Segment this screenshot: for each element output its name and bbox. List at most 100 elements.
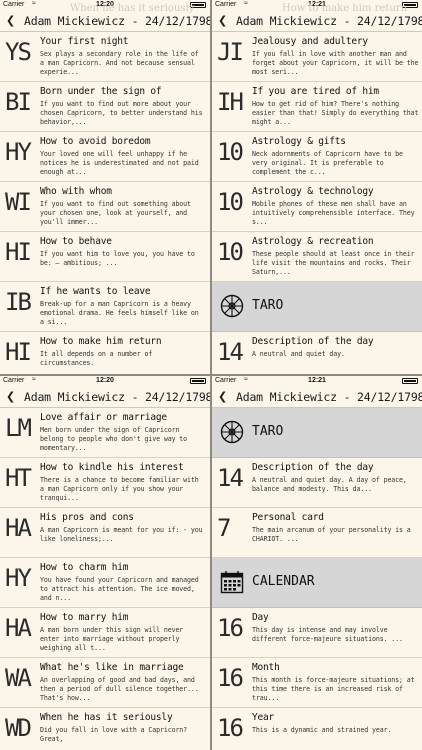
list-item[interactable]: HY How to avoid boredom Your loved one wil… [0, 132, 210, 182]
item-description: A neutral and quiet day. A day of peace,… [252, 476, 407, 493]
item-description: This month is force-majeure situations; … [252, 676, 415, 702]
scrolled-title-ghost: How to make him return [282, 3, 407, 14]
item-description: You have found your Capricorn and manage… [40, 576, 199, 602]
list-item[interactable]: BI Born under the sign of If you want to f… [0, 82, 210, 132]
item-description: If you fall in love with another man and… [252, 50, 419, 76]
list-item[interactable]: HI How to make him return It all depends o… [0, 332, 210, 374]
status-time: 12:21 [308, 377, 326, 384]
battery-icon [402, 378, 418, 384]
nav-bar: When he has it seriously ❮ Adam Mickiewi… [0, 3, 210, 32]
article-list: TARO 14 Description of the day A neutral a… [212, 408, 422, 750]
item-description: Men born under the sign of Capricorn bel… [40, 426, 188, 452]
list-item[interactable]: HA How to marry him A man born under this … [0, 608, 210, 658]
list-item[interactable]: 10 Astrology & gifts Neck adornments of Ca… [212, 132, 422, 182]
status-bar: Carrier ≈ 12:20 [0, 376, 210, 386]
item-title: Love affair or marriage [40, 412, 167, 423]
item-initials: WA [5, 664, 32, 692]
nav-bar: How to make him return ❮ Adam Mickiewicz… [212, 3, 422, 32]
horizontal-divider [0, 374, 422, 376]
item-initials: WD [5, 714, 32, 742]
item-description: Break-up for a man Capricorn is a heavy … [40, 300, 199, 326]
list-item[interactable]: 7 Personal card The main arcanum of your p… [212, 508, 422, 558]
item-initials: BI [5, 88, 32, 116]
back-chevron-icon[interactable]: ❮ [6, 390, 15, 403]
item-initials: YS [5, 38, 32, 66]
item-number: 16 [217, 614, 244, 642]
item-description: Mobile phones of these men shall have an… [252, 200, 415, 226]
section-header-calendar: CALENDAR [212, 558, 422, 608]
item-description: There is a chance to become familiar wit… [40, 476, 199, 502]
status-bar: Carrier ≈ 12:21 [212, 376, 422, 386]
item-title: How to avoid boredom [40, 136, 151, 147]
item-title: How to charm him [40, 562, 129, 573]
list-item[interactable]: IB If he wants to leave Break-up for a man… [0, 282, 210, 332]
item-title: Astrology & gifts [252, 136, 346, 147]
item-title: Personal card [252, 512, 324, 523]
item-number: 10 [217, 238, 244, 266]
item-title: Who with whom [40, 186, 112, 197]
item-title: Month [252, 662, 280, 673]
item-description: This day is intense and may involve diff… [252, 626, 403, 643]
section-title: CALENDAR [252, 574, 315, 589]
item-title: Born under the sign of [40, 86, 162, 97]
item-initials: HI [5, 238, 32, 266]
item-title: Jealousy and adultery [252, 36, 368, 47]
screen-bottom-left: Carrier ≈ 12:20 ❮ Adam Mickiewicz - 24/1… [0, 376, 210, 750]
back-chevron-icon[interactable]: ❮ [218, 390, 227, 403]
item-description: It all depends on a number of circumstan… [40, 350, 153, 367]
item-title: How to marry him [40, 612, 129, 623]
item-description: If you want to find out something about … [40, 200, 191, 226]
back-chevron-icon[interactable]: ❮ [6, 14, 15, 27]
section-title: TARO [252, 298, 284, 313]
list-item[interactable]: HT How to kindle his interest There is a c… [0, 458, 210, 508]
list-item[interactable]: 16 Year This is a dynamic and strained yea… [212, 708, 422, 750]
item-number: 10 [217, 138, 244, 166]
list-item[interactable]: 10 Astrology & recreation These people sho… [212, 232, 422, 282]
list-item[interactable]: WI Who with whom If you want to find out s… [0, 182, 210, 232]
item-initials: WI [5, 188, 32, 216]
nav-bar: ❮ Adam Mickiewicz - 24/12/1798 [212, 386, 422, 408]
item-title: How to make him return [40, 336, 162, 347]
item-description: These people should at least once in the… [252, 250, 415, 276]
item-description: If you want to find out more about your … [40, 100, 203, 126]
item-title: How to behave [40, 236, 112, 247]
list-item[interactable]: 10 Astrology & technology Mobile phones of… [212, 182, 422, 232]
section-title: TARO [252, 424, 284, 439]
scrolled-title-ghost: When he has it seriously [70, 3, 195, 14]
item-description: If you want him to love you, you have to… [40, 250, 195, 267]
list-item[interactable]: HA His pros and cons A man Capricorn is me… [0, 508, 210, 558]
calendar-icon [220, 571, 244, 594]
item-title: When he has it seriously [40, 712, 173, 723]
list-item[interactable]: HY How to charm him You have found your Ca… [0, 558, 210, 608]
item-initials: HI [5, 338, 32, 366]
item-number: 10 [217, 188, 244, 216]
item-initials: LM [5, 414, 32, 442]
list-item[interactable]: WD When he has it seriously Did you fall i… [0, 708, 210, 750]
page-title: Adam Mickiewicz - 24/12/1798 [236, 390, 422, 404]
item-initials: HY [5, 564, 32, 592]
item-title: If he wants to leave [40, 286, 151, 297]
list-item[interactable]: 16 Month This month is force-majeure situa… [212, 658, 422, 708]
item-title: Astrology & technology [252, 186, 374, 197]
page-title: Adam Mickiewicz - 24/12/1798 [24, 14, 210, 28]
item-title: Astrology & recreation [252, 236, 374, 247]
item-description: A man Capricorn is meant for you if: - y… [40, 526, 203, 543]
item-description: This is a dynamic and strained year. [252, 726, 392, 734]
list-item[interactable]: 14 Description of the day A neutral and qu… [212, 458, 422, 508]
list-item[interactable]: IH If you are tired of him How to get rid … [212, 82, 422, 132]
item-title: Description of the day [252, 336, 374, 347]
back-chevron-icon[interactable]: ❮ [218, 14, 227, 27]
item-description: Your loved one will feel unhappy if he n… [40, 150, 199, 176]
list-item[interactable]: 14 Description of the day A neutral and qu… [212, 332, 422, 374]
item-description: Neck adornments of Capricorn have to be … [252, 150, 403, 176]
list-item[interactable]: WA What he's like in marriage An overlappi… [0, 658, 210, 708]
list-item[interactable]: 16 Day This day is intense and may involve… [212, 608, 422, 658]
item-title: Day [252, 612, 269, 623]
page-title: Adam Mickiewicz - 24/12/1798 [24, 390, 210, 404]
list-item[interactable]: LM Love affair or marriage Men born under … [0, 408, 210, 458]
list-item[interactable]: YS Your first night Sex plays a secondary … [0, 32, 210, 82]
list-item[interactable]: JI Jealousy and adultery If you fall in lo… [212, 32, 422, 82]
screen-top-right: Carrier ≈ 12:21 How to make him return ❮… [212, 0, 422, 374]
list-item[interactable]: HI How to behave If you want him to love y… [0, 232, 210, 282]
item-title: How to kindle his interest [40, 462, 184, 473]
